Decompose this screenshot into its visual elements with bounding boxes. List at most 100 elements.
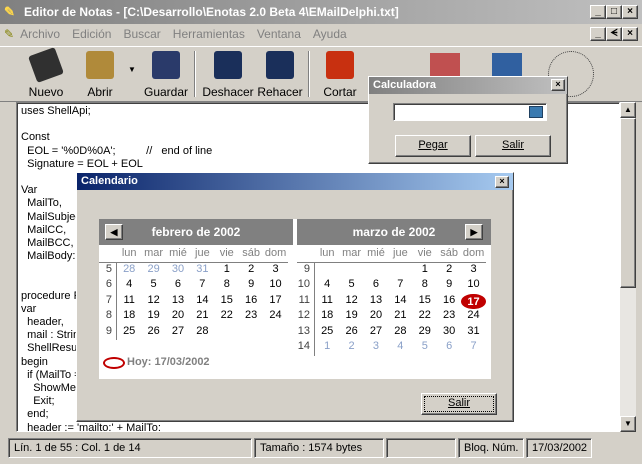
calendar-day[interactable]: 20 xyxy=(364,309,388,325)
calendar-day[interactable]: 2 xyxy=(437,263,461,279)
abrir-button[interactable]: Abrir xyxy=(72,51,128,99)
calendar-day[interactable]: 9 xyxy=(437,278,461,294)
scroll-down-icon[interactable]: ▼ xyxy=(620,416,636,432)
calendar-day[interactable]: 16 xyxy=(239,294,263,310)
calendar-day[interactable]: 5 xyxy=(141,278,165,294)
calculator-icon[interactable] xyxy=(529,106,543,118)
calendar-day[interactable]: 22 xyxy=(413,309,437,325)
calendar-day[interactable]: 2 xyxy=(239,263,263,279)
calendar-day[interactable]: 31 xyxy=(461,325,485,341)
menu-herramientas[interactable]: Herramientas xyxy=(173,27,245,41)
calendar-day[interactable]: 13 xyxy=(166,294,190,310)
calendar-day[interactable]: 10 xyxy=(263,278,287,294)
abrir-dropdown-icon[interactable]: ▼ xyxy=(128,65,136,74)
calendar-day[interactable]: 20 xyxy=(166,309,190,325)
calendar-day[interactable]: 26 xyxy=(141,325,165,341)
calendar-day[interactable]: 4 xyxy=(315,278,339,294)
feb-grid[interactable]: lun mar mié jue vie sáb dom 5 28 29 30 31 1 2 3 6 4 5 6 7 8 9… xyxy=(99,247,288,340)
calendar-day[interactable]: 8 xyxy=(215,278,239,294)
calendar-day[interactable]: 1 xyxy=(315,340,339,356)
calendar-day[interactable]: 29 xyxy=(413,325,437,341)
calendar-day[interactable]: 8 xyxy=(413,278,437,294)
calendar-day[interactable]: 29 xyxy=(141,263,165,279)
calendar-day[interactable]: 1 xyxy=(413,263,437,279)
calendar-day[interactable]: 7 xyxy=(190,278,214,294)
calendar-day[interactable]: 30 xyxy=(437,325,461,341)
calendar-day[interactable]: 23 xyxy=(239,309,263,325)
menu-buscar[interactable]: Buscar xyxy=(123,27,160,41)
calendar-day[interactable] xyxy=(339,263,363,279)
calendar-day[interactable]: 27 xyxy=(364,325,388,341)
calendar-day[interactable]: 28 xyxy=(388,325,412,341)
calendar-day[interactable]: 21 xyxy=(190,309,214,325)
scroll-up-icon[interactable]: ▲ xyxy=(620,102,636,118)
calendar-day[interactable]: 13 xyxy=(364,294,388,310)
cortar-button[interactable]: Cortar xyxy=(312,51,368,99)
vertical-scrollbar[interactable]: ▲ ▼ xyxy=(620,102,636,432)
close-button[interactable]: × xyxy=(622,5,638,19)
rehacer-button[interactable]: Rehacer xyxy=(252,51,308,99)
maximize-button[interactable]: □ xyxy=(606,5,622,19)
menu-edicion[interactable]: Edición xyxy=(72,27,111,41)
calendar-day[interactable]: 11 xyxy=(315,294,339,310)
menu-archivo[interactable]: Archivo xyxy=(20,27,60,41)
calendar-day[interactable]: 26 xyxy=(339,325,363,341)
calendar-day[interactable]: 2 xyxy=(339,340,363,356)
nuevo-button[interactable]: Nuevo xyxy=(18,47,74,99)
calendar-day[interactable]: 14 xyxy=(388,294,412,310)
menu-ventana[interactable]: Ventana xyxy=(257,27,301,41)
calendar-day[interactable] xyxy=(315,263,339,279)
calendar-day[interactable]: 24 xyxy=(461,309,485,325)
guardar-button[interactable]: Guardar xyxy=(138,51,194,99)
calendar-day[interactable]: 24 xyxy=(263,309,287,325)
next-month-icon[interactable]: ▶ xyxy=(465,224,483,240)
calculadora-input[interactable] xyxy=(393,103,547,121)
calendar-day[interactable] xyxy=(263,325,287,341)
calendar-day[interactable]: 6 xyxy=(166,278,190,294)
month-calendar[interactable]: ◀ febrero de 2002 marzo de 2002 ▶ lun mar… xyxy=(99,219,491,379)
calendar-day[interactable]: 6 xyxy=(437,340,461,356)
calendar-day[interactable]: 30 xyxy=(166,263,190,279)
calendar-day[interactable]: 5 xyxy=(339,278,363,294)
child-restore-button[interactable]: ᗕ xyxy=(606,27,622,41)
calendar-day[interactable]: 28 xyxy=(117,263,141,279)
calendar-day[interactable]: 21 xyxy=(388,309,412,325)
calendar-day[interactable]: 7 xyxy=(461,340,485,356)
prev-month-icon[interactable]: ◀ xyxy=(105,224,123,240)
child-close-button[interactable]: × xyxy=(622,27,638,41)
calendar-day[interactable]: 28 xyxy=(190,325,214,341)
calendar-day[interactable] xyxy=(239,325,263,341)
calendar-day[interactable]: 10 xyxy=(461,278,485,294)
scroll-thumb[interactable] xyxy=(620,118,636,288)
calendar-day[interactable]: 5 xyxy=(413,340,437,356)
calendar-day[interactable] xyxy=(388,263,412,279)
calendar-day[interactable]: 7 xyxy=(388,278,412,294)
calendar-day[interactable]: 25 xyxy=(315,325,339,341)
calendar-day[interactable]: 19 xyxy=(141,309,165,325)
calendar-day[interactable]: 18 xyxy=(117,309,141,325)
calculadora-close-button[interactable]: × xyxy=(551,79,565,91)
calendar-day[interactable]: 6 xyxy=(364,278,388,294)
calendar-day[interactable]: 4 xyxy=(388,340,412,356)
calendar-day[interactable] xyxy=(364,263,388,279)
calendar-day[interactable]: 25 xyxy=(117,325,141,341)
calendar-day[interactable]: 19 xyxy=(339,309,363,325)
calendar-day[interactable]: 18 xyxy=(315,309,339,325)
calendar-day[interactable]: 17 xyxy=(263,294,287,310)
calendar-day[interactable]: 16 xyxy=(437,294,461,310)
calendar-day[interactable]: 14 xyxy=(190,294,214,310)
calendar-day[interactable]: 4 xyxy=(117,278,141,294)
calendar-day[interactable]: 15 xyxy=(413,294,437,310)
calendar-day[interactable]: 1 xyxy=(215,263,239,279)
mar-grid[interactable]: lun mar mié jue vie sáb dom 9 1 2 3 10 4 5 6 7 8 9 10 11 11 1… xyxy=(297,247,486,356)
calendar-day[interactable]: 15 xyxy=(215,294,239,310)
calendar-day[interactable]: 31 xyxy=(190,263,214,279)
calendario-salir-button[interactable]: Salir xyxy=(421,393,497,415)
menu-ayuda[interactable]: Ayuda xyxy=(313,27,347,41)
calendario-close-button[interactable]: × xyxy=(495,176,509,188)
calendar-day[interactable]: 3 xyxy=(364,340,388,356)
calendar-day[interactable]: 3 xyxy=(461,263,485,279)
deshacer-button[interactable]: Deshacer xyxy=(200,51,256,99)
today-label[interactable]: Hoy: 17/03/2002 xyxy=(127,356,210,368)
calendar-day[interactable]: 12 xyxy=(339,294,363,310)
